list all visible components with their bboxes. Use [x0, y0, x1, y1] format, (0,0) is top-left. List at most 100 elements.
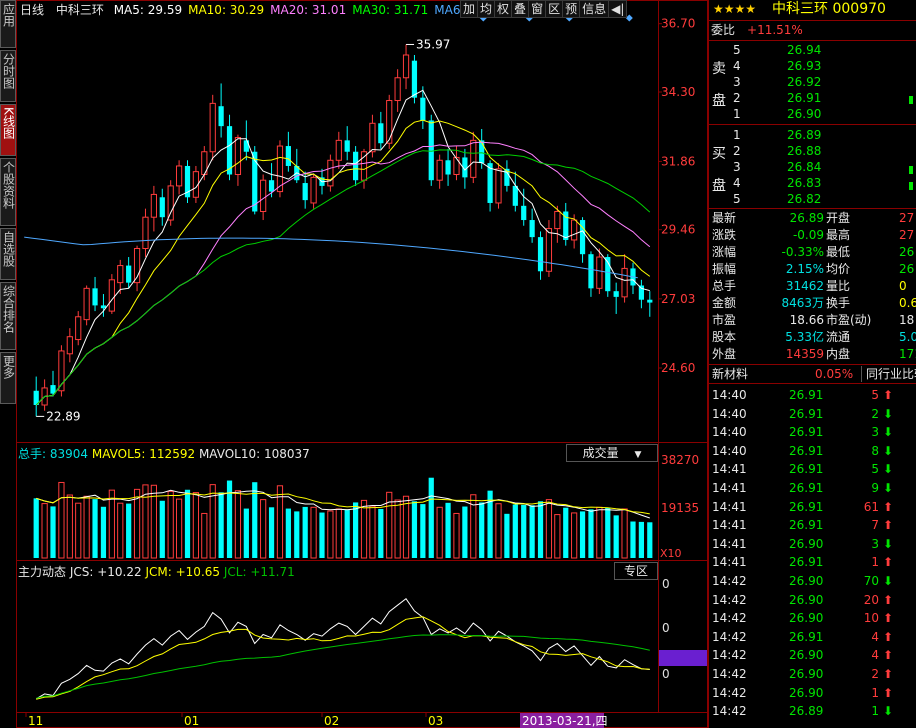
tick-volume: 1 [871, 704, 879, 719]
sell-level: 1 [733, 107, 741, 121]
tick-price: 26.91 [789, 499, 824, 514]
indicator-axis-label: 0 [662, 577, 670, 591]
toolbar-button-8[interactable]: ◀| [608, 0, 628, 18]
toolbar-button-0[interactable]: 加 [460, 0, 479, 18]
tick-price: 26.90 [789, 685, 824, 700]
chart-frame [16, 0, 708, 728]
stat-value-2: 27 [899, 228, 915, 242]
candle-body [66, 336, 73, 355]
left-tab-2[interactable]: K线图 [0, 104, 16, 156]
volume-bar [159, 500, 165, 558]
toolbar-button-3[interactable]: 叠 [511, 0, 530, 18]
tick-volume: 2 [871, 667, 879, 681]
volume-bars [33, 477, 653, 559]
quote-panel: ★★★★ 中科三环 000970 委比 +11.51% 5 26.94 4 26.93 3 26.… [708, 0, 916, 728]
tick-price: 26.89 [789, 704, 824, 719]
stat-label-2: 均价 [826, 262, 851, 276]
tick-volume: 3 [871, 536, 879, 551]
toolbar-button-2[interactable]: 权 [494, 0, 513, 18]
left-tab-4[interactable]: 自选股 [0, 228, 16, 280]
tick-row: 14:40 26.91 2 ⬇ [709, 405, 916, 423]
sell-row: 2 26.91 [709, 90, 916, 106]
sell-label: 卖 [712, 61, 726, 77]
volume-bar [285, 508, 291, 558]
volume-bar [92, 499, 98, 558]
kline-chart[interactable]: 36.70 34.30 31.86 29.46 27.03 24.60 35.97 22.89… [16, 0, 708, 728]
volume-bar [50, 506, 56, 558]
candle-body [402, 54, 410, 79]
crosshair-date: 2013-03-21,四 [522, 714, 608, 728]
volume-indicator-dropdown[interactable]: 成交量 ▼ [566, 444, 658, 462]
left-tab-label: 分时图 [1, 53, 16, 89]
toolbar-button-7[interactable]: 信息 [579, 0, 610, 18]
volume-bar [394, 499, 401, 559]
toolbar-button-1[interactable]: 均 [477, 0, 496, 18]
zone-button[interactable]: 专区 [614, 562, 658, 580]
ma-lines [24, 89, 651, 406]
stat-value: 26.89 [789, 211, 824, 225]
stat-value: 14359 [785, 347, 824, 361]
stat-row: 振幅 2.15% 均价 26 [709, 261, 916, 278]
divider [709, 40, 916, 41]
candle-body [386, 100, 393, 144]
volume-bar [142, 484, 149, 559]
volume-unit: X10 [660, 547, 682, 560]
left-tab-0[interactable]: 应用 [0, 0, 16, 48]
sell-level: 3 [733, 75, 741, 89]
candle-body [260, 179, 267, 213]
date-axis-label: 01 [184, 714, 199, 728]
buy-price: 26.84 [787, 160, 822, 174]
stat-value-2: 18 [899, 313, 915, 327]
left-tab-label: 更多 [1, 355, 16, 379]
toolbar-button-4[interactable]: 窗 [528, 0, 547, 18]
volume-bar [521, 504, 527, 558]
tick-price: 26.91 [789, 425, 824, 440]
candle-body [495, 168, 502, 204]
tick-time: 14:41 [712, 536, 747, 551]
sell-price: 26.93 [787, 59, 822, 73]
volume-bar [605, 507, 611, 558]
tick-price: 26.90 [789, 574, 824, 588]
candle-body [470, 139, 477, 178]
stat-label: 振幅 [712, 262, 737, 276]
stat-row: 市盈 18.66 市盈(动) 18 [709, 312, 916, 329]
volume-bar [621, 508, 628, 559]
candle-body [335, 139, 342, 161]
tick-volume: 5 [871, 462, 879, 477]
ma5-line [35, 89, 650, 406]
candle-body [588, 254, 594, 289]
candle-body [621, 267, 628, 298]
tick-time: 14:41 [712, 518, 747, 533]
candle-body [234, 137, 242, 176]
tick-row: 14:41 26.91 9 ⬇ [709, 479, 916, 497]
tick-volume: 3 [871, 425, 879, 440]
candle-body [453, 156, 460, 176]
tick-price: 26.91 [789, 406, 824, 421]
volume-bar [83, 495, 90, 559]
volume-bar [537, 501, 544, 558]
tick-time: 14:42 [712, 685, 747, 700]
stat-label: 涨幅 [712, 245, 737, 259]
price-axis-label: 29.46 [661, 223, 695, 237]
tick-price: 26.91 [789, 443, 824, 458]
stat-row: 最新 26.89 开盘 27 [709, 210, 916, 227]
tick-row: 14:41 26.91 61 ⬆ [709, 498, 916, 516]
candle-body [512, 185, 518, 206]
left-tab-3[interactable]: 个股资料 [0, 158, 16, 226]
toolbar-button-5[interactable]: 区 [545, 0, 564, 18]
left-tab-6[interactable]: 更多 [0, 352, 16, 404]
date-axis-label: 03 [428, 714, 443, 728]
sell-price: 26.94 [787, 43, 822, 57]
indicator-lines [35, 597, 650, 700]
arrow-down-icon: ⬇ [883, 574, 894, 588]
candle-body [75, 316, 82, 341]
volume-bar [647, 522, 653, 558]
left-tab-1[interactable]: 分时图 [0, 50, 16, 102]
stat-value-2: 0.6 [899, 296, 916, 310]
ma-label-3: MA30: 31.71 [352, 3, 429, 17]
volume-total: 总手: 83904 [18, 447, 89, 461]
industry-compare-button[interactable]: 同行业比较 [861, 366, 916, 382]
volume-bar [495, 503, 502, 559]
toolbar-button-6[interactable]: 预 [562, 0, 581, 18]
left-tab-5[interactable]: 综合排名 [0, 282, 16, 350]
